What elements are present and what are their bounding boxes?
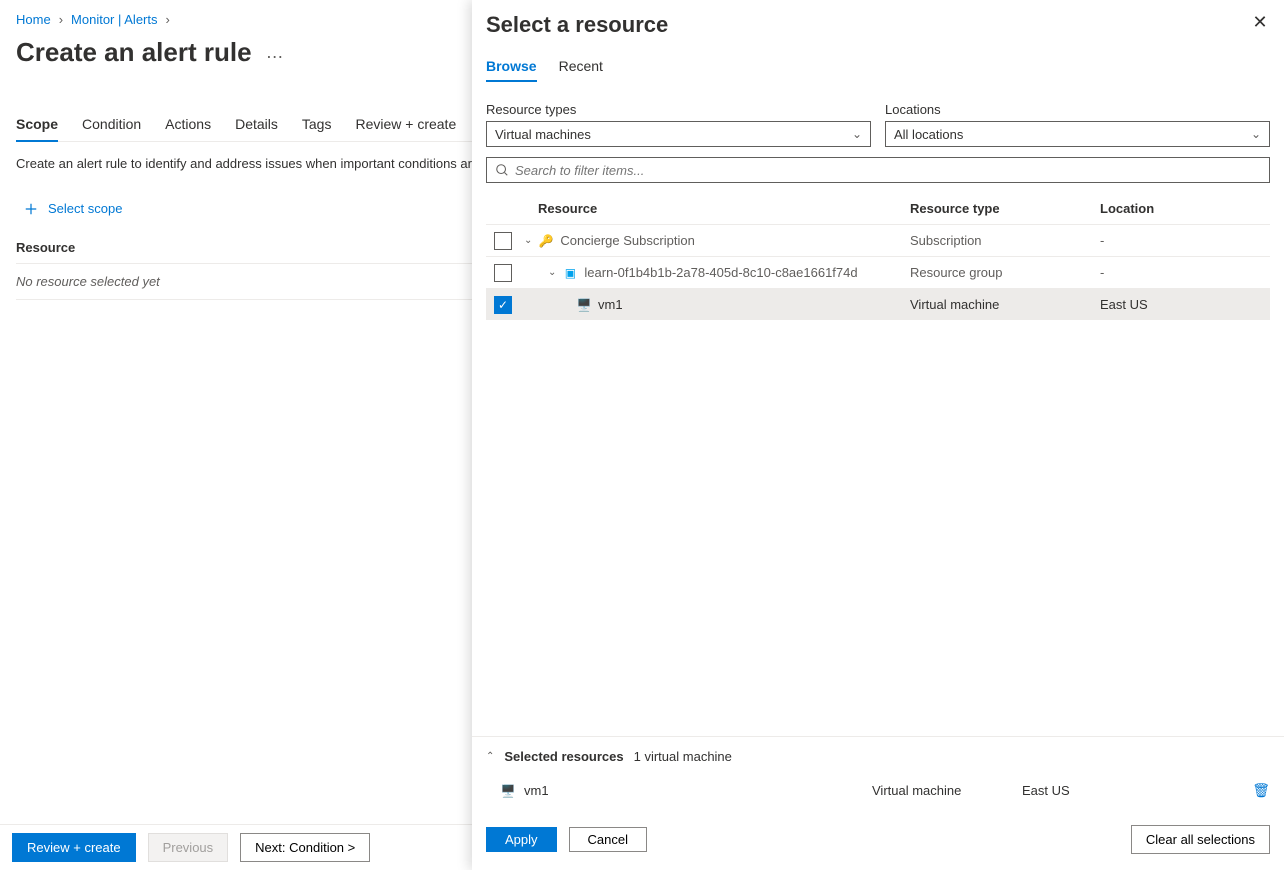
chevron-up-icon[interactable]: ⌃ [486, 751, 494, 762]
resource-types-dropdown[interactable]: Virtual machines ⌄ [486, 121, 871, 147]
chevron-right-icon: › [166, 12, 170, 27]
chevron-down-icon[interactable]: ⌄ [524, 235, 532, 246]
panel-tab-recent[interactable]: Recent [559, 58, 603, 82]
resource-name: learn-0f1b4b1b-2a78-405d-8c10-c8ae1661f7… [584, 265, 857, 280]
resource-table: Resource Resource type Location ⌄ 🔑 Conc… [486, 193, 1270, 320]
resource-group-icon: ▣ [562, 265, 578, 281]
search-input[interactable] [515, 163, 1261, 178]
chevron-down-icon: ⌄ [1251, 127, 1261, 141]
selected-item-name: vm1 [524, 783, 549, 798]
chevron-right-icon: › [59, 12, 63, 27]
vm-icon: 🖥️ [576, 297, 592, 313]
apply-button[interactable]: Apply [486, 827, 557, 852]
table-row[interactable]: ⌄ 🔑 Concierge Subscription Subscription … [486, 224, 1270, 256]
resource-location: East US [1100, 297, 1270, 312]
next-condition-button[interactable]: Next: Condition > [240, 833, 370, 862]
vm-icon: 🖥️ [500, 783, 516, 799]
breadcrumb-home[interactable]: Home [16, 12, 51, 27]
locations-value: All locations [894, 127, 963, 142]
resource-types-label: Resource types [486, 102, 871, 117]
tab-tags[interactable]: Tags [302, 110, 332, 141]
cancel-button[interactable]: Cancel [569, 827, 647, 852]
selected-resources-label: Selected resources [504, 749, 623, 764]
resource-location: - [1100, 265, 1270, 280]
tab-actions[interactable]: Actions [165, 110, 211, 141]
chevron-down-icon: ⌄ [852, 127, 862, 141]
table-row[interactable]: ⌄ ▣ learn-0f1b4b1b-2a78-405d-8c10-c8ae16… [486, 256, 1270, 288]
col-resource: Resource [524, 201, 910, 216]
clear-all-button[interactable]: Clear all selections [1131, 825, 1270, 854]
col-location: Location [1100, 201, 1270, 216]
more-options-button[interactable]: … [266, 42, 285, 63]
select-scope-label: Select scope [48, 201, 122, 216]
breadcrumb-monitor-alerts[interactable]: Monitor | Alerts [71, 12, 157, 27]
remove-selection-button[interactable]: 🗑 [1242, 782, 1270, 799]
tab-review-create[interactable]: Review + create [355, 110, 456, 141]
panel-title: Select a resource [486, 12, 668, 38]
resource-name: Concierge Subscription [560, 233, 694, 248]
resource-type: Resource group [910, 265, 1100, 280]
resource-type: Subscription [910, 233, 1100, 248]
plus-icon [24, 202, 38, 216]
chevron-down-icon[interactable]: ⌄ [548, 267, 556, 278]
key-icon: 🔑 [538, 233, 554, 249]
tab-scope[interactable]: Scope [16, 110, 58, 142]
resource-name: vm1 [598, 297, 623, 312]
close-button[interactable]: ✕ [1250, 12, 1270, 33]
panel-tab-browse[interactable]: Browse [486, 58, 537, 82]
page-title: Create an alert rule [16, 37, 252, 68]
tab-condition[interactable]: Condition [82, 110, 141, 141]
select-resource-panel: Select a resource ✕ Browse Recent Resour… [472, 0, 1284, 870]
table-row[interactable]: ✓ 🖥️ vm1 Virtual machine East US [486, 288, 1270, 320]
row-checkbox[interactable] [494, 264, 512, 282]
selected-resources-count: 1 virtual machine [634, 749, 732, 764]
search-input-wrapper[interactable] [486, 157, 1270, 183]
selected-item-location: East US [1022, 783, 1242, 798]
tab-details[interactable]: Details [235, 110, 278, 141]
selected-item-row: 🖥️ vm1 Virtual machine East US 🗑 [486, 778, 1270, 803]
selected-item-type: Virtual machine [872, 783, 1022, 798]
locations-label: Locations [885, 102, 1270, 117]
row-checkbox[interactable] [494, 232, 512, 250]
previous-button: Previous [148, 833, 229, 862]
review-create-button[interactable]: Review + create [12, 833, 136, 862]
search-icon [495, 163, 509, 177]
resource-type: Virtual machine [910, 297, 1100, 312]
col-type: Resource type [910, 201, 1100, 216]
resource-types-value: Virtual machines [495, 127, 591, 142]
row-checkbox[interactable]: ✓ [494, 296, 512, 314]
resource-location: - [1100, 233, 1270, 248]
locations-dropdown[interactable]: All locations ⌄ [885, 121, 1270, 147]
